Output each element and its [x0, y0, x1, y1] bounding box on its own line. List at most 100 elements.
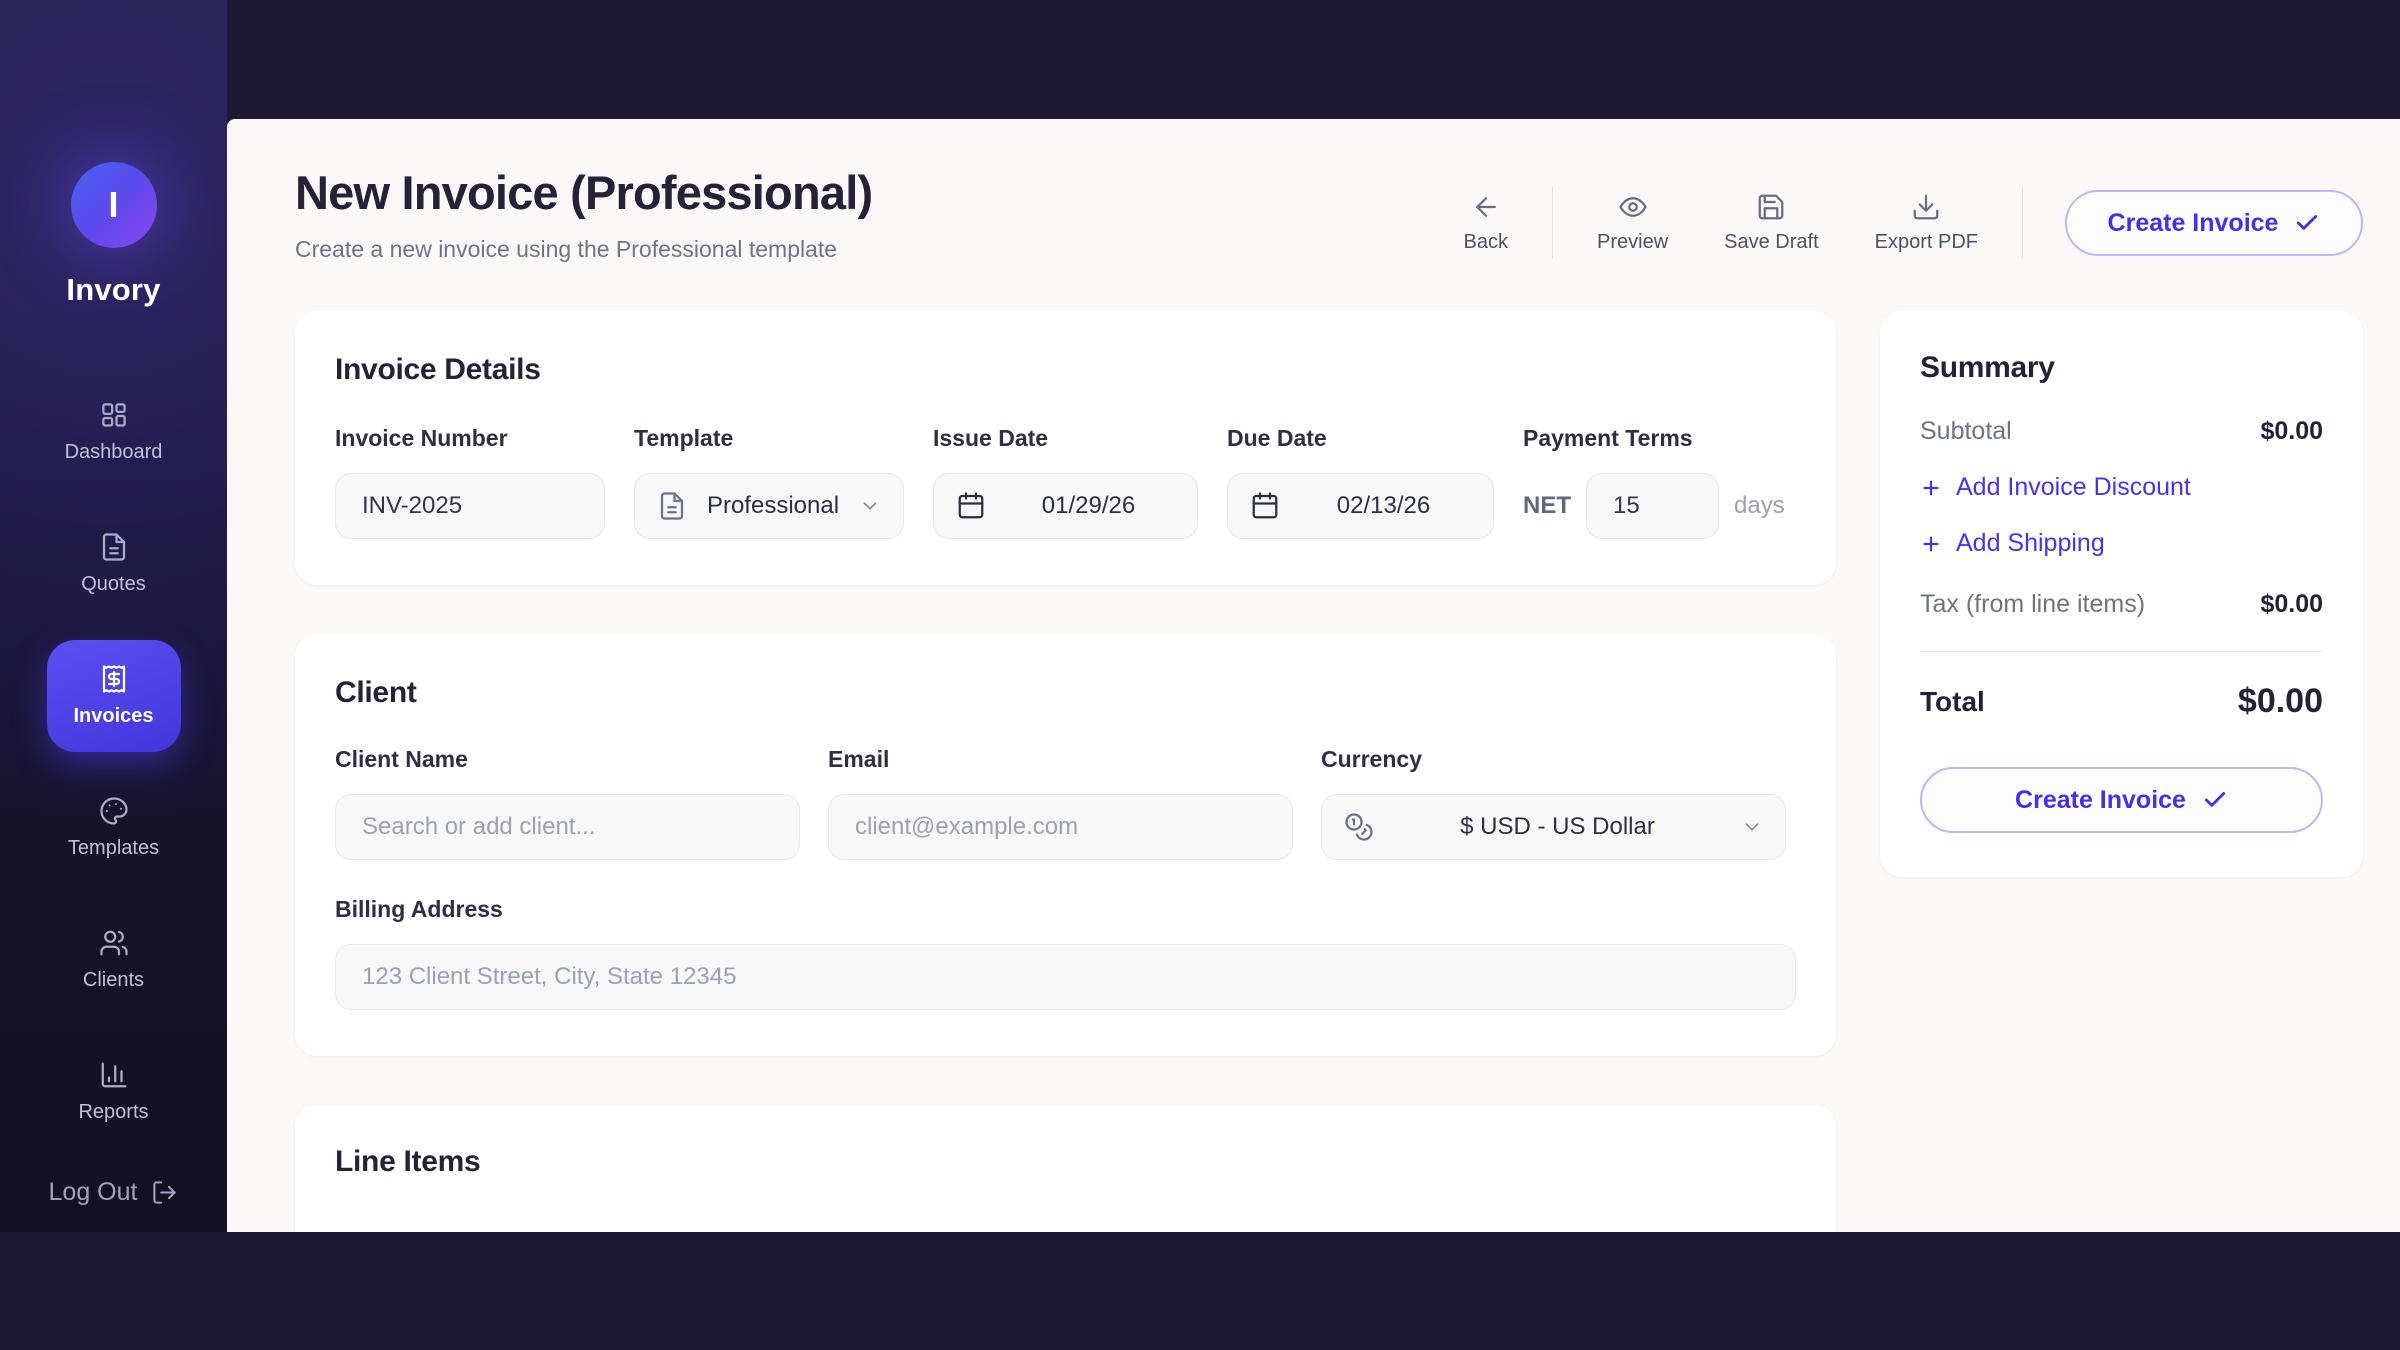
- sidebar-item-quotes[interactable]: Quotes: [47, 508, 181, 620]
- template-value: Professional: [703, 492, 843, 520]
- invoice-number-field: Invoice Number: [335, 425, 605, 539]
- sidebar-item-label: Reports: [78, 1101, 148, 1124]
- template-field: Template Professional: [634, 425, 904, 539]
- page-header-text: New Invoice (Professional) Create a new …: [295, 165, 872, 263]
- invoice-details-card: Invoice Details Invoice Number Template …: [295, 311, 1836, 585]
- palette-icon: [99, 796, 129, 826]
- preview-label: Preview: [1597, 231, 1668, 254]
- create-invoice-button[interactable]: Create Invoice: [2065, 190, 2363, 256]
- payment-terms-field: Payment Terms NET days: [1523, 425, 1785, 539]
- client-name-input[interactable]: [335, 794, 800, 860]
- chevron-down-icon: [1741, 816, 1763, 838]
- save-draft-button[interactable]: Save Draft: [1696, 192, 1846, 254]
- eye-icon: [1618, 192, 1648, 222]
- invoice-number-input[interactable]: [335, 473, 605, 539]
- app-name: Invory: [66, 272, 160, 308]
- dashboard-grid-icon: [99, 400, 129, 430]
- content-area: Invoice Details Invoice Number Template …: [295, 311, 2363, 1232]
- back-button[interactable]: Back: [1436, 192, 1536, 254]
- billing-address-label: Billing Address: [335, 896, 1796, 923]
- days-suffix: days: [1734, 492, 1785, 520]
- users-icon: [99, 928, 129, 958]
- sidebar-item-label: Templates: [68, 837, 159, 860]
- logo-letter: I: [108, 184, 118, 226]
- header-actions: Back Preview Save Draft Export PDF: [1436, 187, 2363, 259]
- due-date-label: Due Date: [1227, 425, 1494, 452]
- client-card: Client Client Name Email Currency: [295, 634, 1836, 1056]
- sidebar-item-clients[interactable]: Clients: [47, 904, 181, 1016]
- add-discount-link[interactable]: Add Invoice Discount: [1920, 473, 2323, 502]
- payment-terms-input[interactable]: [1586, 473, 1719, 539]
- sidebar-item-label: Dashboard: [65, 441, 163, 464]
- due-date-value: 02/13/26: [1296, 492, 1471, 520]
- add-discount-label: Add Invoice Discount: [1956, 473, 2191, 502]
- main-panel: New Invoice (Professional) Create a new …: [227, 119, 2400, 1232]
- template-select[interactable]: Professional: [634, 473, 904, 539]
- line-items-heading: Line Items: [335, 1145, 1796, 1179]
- quote-document-icon: [99, 532, 129, 562]
- create-invoice-summary-button[interactable]: Create Invoice: [1920, 767, 2323, 833]
- check-icon: [2202, 787, 2228, 813]
- subtotal-value: $0.00: [2260, 417, 2323, 446]
- add-shipping-link[interactable]: Add Shipping: [1920, 529, 2323, 558]
- total-label: Total: [1920, 686, 1985, 718]
- billing-address-field: Billing Address: [335, 896, 1796, 1010]
- check-icon: [2294, 210, 2320, 236]
- invoice-details-fields: Invoice Number Template Professional: [335, 425, 1796, 539]
- page-subtitle: Create a new invoice using the Professio…: [295, 236, 872, 263]
- invoice-number-label: Invoice Number: [335, 425, 605, 452]
- client-fields: Client Name Email Currency $ USD: [335, 746, 1796, 860]
- sidebar-item-invoices[interactable]: Invoices: [47, 640, 181, 752]
- arrow-left-icon: [1471, 192, 1501, 222]
- total-row: Total $0.00: [1920, 682, 2323, 721]
- summary-column: Summary Subtotal $0.00 Add Invoice Disco…: [1880, 311, 2363, 877]
- summary-divider: [1920, 651, 2323, 652]
- plus-icon: [1920, 477, 1942, 499]
- issue-date-input[interactable]: 01/29/26: [933, 473, 1198, 539]
- invoice-receipt-icon: [99, 664, 129, 694]
- total-value: $0.00: [2238, 682, 2323, 721]
- save-draft-label: Save Draft: [1724, 231, 1818, 254]
- subtotal-row: Subtotal $0.00: [1920, 417, 2323, 446]
- tax-value: $0.00: [2260, 590, 2323, 619]
- toolbar-divider: [2022, 187, 2023, 259]
- summary-heading: Summary: [1920, 351, 2323, 385]
- subtotal-label: Subtotal: [1920, 417, 2012, 446]
- client-heading: Client: [335, 676, 1796, 710]
- page-header: New Invoice (Professional) Create a new …: [295, 165, 2363, 263]
- currency-label: Currency: [1321, 746, 1786, 773]
- currency-value: $ USD - US Dollar: [1390, 813, 1725, 841]
- toolbar-divider: [1552, 187, 1553, 259]
- sidebar-item-dashboard[interactable]: Dashboard: [47, 376, 181, 488]
- sidebar-item-templates[interactable]: Templates: [47, 772, 181, 884]
- create-invoice-label: Create Invoice: [2108, 209, 2279, 238]
- bar-chart-icon: [99, 1060, 129, 1090]
- preview-button[interactable]: Preview: [1569, 192, 1696, 254]
- calendar-icon: [1250, 491, 1280, 521]
- client-name-field: Client Name: [335, 746, 800, 860]
- due-date-input[interactable]: 02/13/26: [1227, 473, 1494, 539]
- invoice-details-heading: Invoice Details: [335, 353, 1796, 387]
- payment-terms-group: NET days: [1523, 473, 1785, 539]
- sidebar: I Invory Dashboard Quotes Invoices: [0, 0, 227, 1232]
- tax-label: Tax (from line items): [1920, 590, 2145, 619]
- chevron-down-icon: [859, 495, 881, 517]
- client-name-label: Client Name: [335, 746, 800, 773]
- summary-card: Summary Subtotal $0.00 Add Invoice Disco…: [1880, 311, 2363, 877]
- net-prefix: NET: [1523, 492, 1571, 520]
- currency-select[interactable]: $ USD - US Dollar: [1321, 794, 1786, 860]
- sidebar-nav: Dashboard Quotes Invoices Templates Clie…: [0, 376, 227, 1148]
- logout-label: Log Out: [49, 1178, 138, 1207]
- billing-address-input[interactable]: [335, 944, 1796, 1010]
- plus-icon: [1920, 533, 1942, 555]
- currency-field: Currency $ USD - US Dollar: [1321, 746, 1786, 860]
- logout-icon: [151, 1179, 178, 1206]
- add-shipping-label: Add Shipping: [1956, 529, 2105, 558]
- logout-button[interactable]: Log Out: [0, 1178, 227, 1207]
- email-input[interactable]: [828, 794, 1293, 860]
- sidebar-item-reports[interactable]: Reports: [47, 1036, 181, 1148]
- template-document-icon: [657, 491, 687, 521]
- export-pdf-button[interactable]: Export PDF: [1847, 192, 2006, 254]
- payment-terms-label: Payment Terms: [1523, 425, 1785, 452]
- issue-date-value: 01/29/26: [1002, 492, 1175, 520]
